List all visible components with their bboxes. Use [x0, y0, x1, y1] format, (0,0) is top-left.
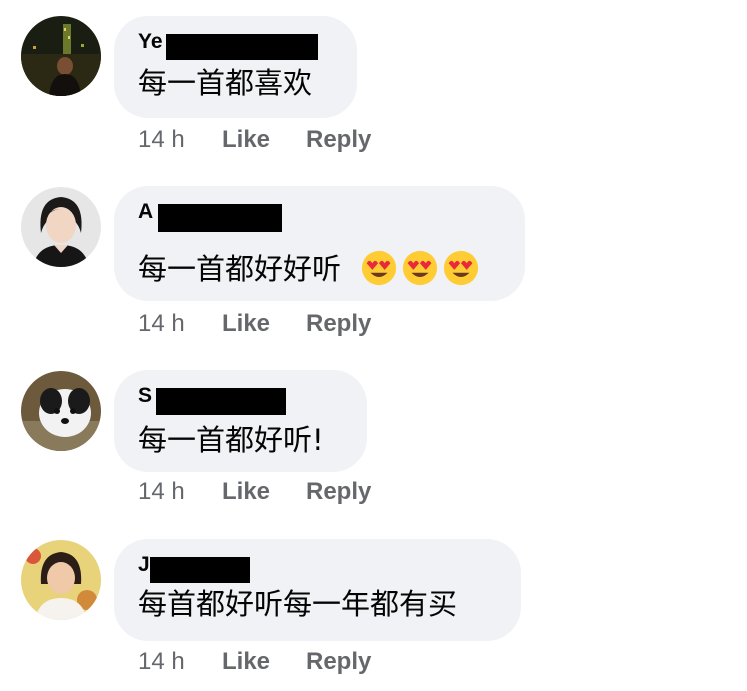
- name-redaction-bar: [158, 204, 282, 232]
- name-redaction-bar: [150, 557, 250, 583]
- heart-eyes-emoji-icon: [403, 250, 438, 286]
- reply-button[interactable]: Reply: [306, 648, 371, 676]
- avatar[interactable]: [21, 371, 101, 451]
- woman-avatar-image: [21, 187, 101, 267]
- name-redaction-bar: [166, 34, 318, 60]
- avatar[interactable]: [21, 16, 101, 96]
- reply-button[interactable]: Reply: [306, 310, 371, 338]
- comment-timestamp[interactable]: 14 h: [138, 648, 185, 676]
- puppy-avatar-image: [21, 371, 101, 451]
- commenter-name[interactable]: Ye: [138, 30, 163, 54]
- comment-bubble: Ye 每一首都喜欢: [114, 16, 357, 118]
- like-button[interactable]: Like: [222, 310, 270, 338]
- comment-bubble: J 每首都好听每一年都有买: [114, 539, 521, 641]
- reply-button[interactable]: Reply: [306, 478, 371, 506]
- night-scene-avatar-image: [21, 16, 101, 96]
- like-button[interactable]: Like: [222, 126, 270, 154]
- commenter-name[interactable]: J: [138, 553, 150, 577]
- comment-text: 每首都好听每一年都有买: [138, 587, 458, 621]
- heart-eyes-emoji-icon: [362, 250, 397, 286]
- commenter-name[interactable]: S: [138, 384, 152, 408]
- comment-text: 每一首都喜欢: [138, 66, 313, 100]
- like-button[interactable]: Like: [222, 478, 270, 506]
- heart-eyes-emoji-icon: [444, 250, 479, 286]
- comment-bubble: S 每一首都好听!: [114, 370, 367, 472]
- comment-timestamp[interactable]: 14 h: [138, 126, 185, 154]
- commenter-name[interactable]: A: [138, 200, 153, 224]
- avatar[interactable]: [21, 187, 101, 267]
- comment-bubble: A 每一首都好好听: [114, 186, 525, 301]
- name-redaction-bar: [156, 388, 286, 415]
- avatar[interactable]: [21, 540, 101, 620]
- comment-text: 每一首都好听!: [138, 423, 324, 457]
- comment-timestamp[interactable]: 14 h: [138, 478, 185, 506]
- woman-avatar-image: [21, 540, 101, 620]
- comment-text-body: 每一首都好好听: [138, 252, 342, 286]
- reply-button[interactable]: Reply: [306, 126, 371, 154]
- comment-text: 每一首都好好听: [138, 249, 480, 287]
- comment-timestamp[interactable]: 14 h: [138, 310, 185, 338]
- like-button[interactable]: Like: [222, 648, 270, 676]
